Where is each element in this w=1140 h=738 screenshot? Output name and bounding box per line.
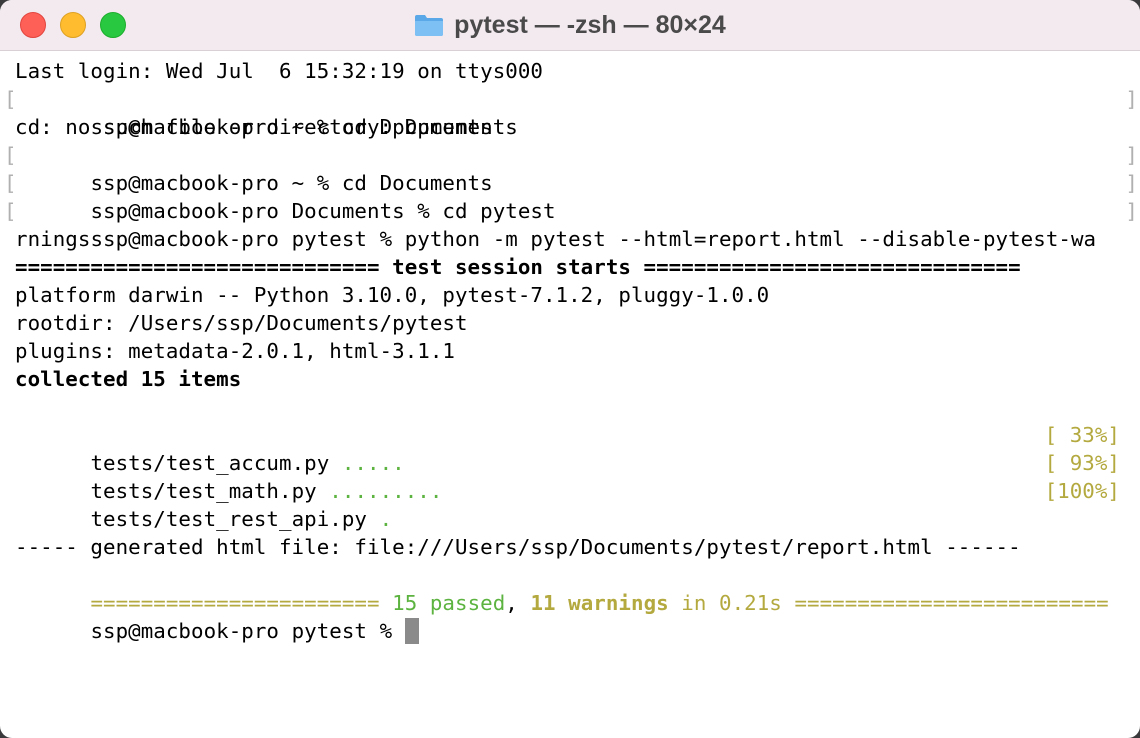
command-line: [ssp@macbook-pro Documents % cd pytest] <box>0 169 1140 223</box>
terminal-window: pytest — -zsh — 80×24 Last login: Wed Ju… <box>0 0 1140 738</box>
line-marker-open: [ <box>4 199 17 223</box>
folder-icon <box>415 15 444 36</box>
session-header: ============================= test sessi… <box>15 255 1021 279</box>
command-line: [ssp@macbook-pro pytest % python -m pyte… <box>0 197 1140 251</box>
shell-prompt: ssp@macbook-pro pytest % <box>90 619 405 643</box>
line-marker-open: [ <box>4 143 17 167</box>
summary-line: ======================= 15 passed, 11 wa… <box>0 561 1140 615</box>
line-marker-open: [ <box>4 87 17 111</box>
line-marker-close: ] <box>1125 143 1138 167</box>
prompt-line[interactable]: ssp@macbook-pro pytest % <box>0 589 1140 644</box>
collected-line: collected 15 items <box>15 367 242 391</box>
test-percent: [ 93%] <box>1044 451 1120 475</box>
last-login-line: Last login: Wed Jul 6 15:32:19 on ttys00… <box>15 59 543 83</box>
html-report-line: ----- generated html file: file:///Users… <box>15 535 1021 559</box>
title-bar[interactable]: pytest — -zsh — 80×24 <box>0 0 1140 51</box>
test-result-row: tests/test_rest_api.py . [100%] <box>0 477 1140 531</box>
test-result-row: tests/test_accum.py .....[ 33%] <box>0 421 1140 475</box>
test-percent: [100%] <box>1044 479 1120 503</box>
command-line: [ssp@macbook-pro ~ % cd Documents] <box>0 141 1140 195</box>
terminal-output[interactable]: Last login: Wed Jul 6 15:32:19 on ttys00… <box>0 57 1140 738</box>
command-line: [ssp@macbook-pro ~ % cd Dpcuments] <box>0 85 1140 139</box>
text-cursor <box>404 618 419 644</box>
plugins-line: plugins: metadata-2.0.1, html-3.1.1 <box>15 339 455 363</box>
line-marker-close: ] <box>1125 171 1138 195</box>
rootdir-line: rootdir: /Users/ssp/Documents/pytest <box>15 311 468 335</box>
window-title: pytest — -zsh — 80×24 <box>454 10 726 39</box>
error-line: cd: no such file or directory: Dpcuments <box>15 115 518 139</box>
line-marker-close: ] <box>1125 199 1138 223</box>
line-marker-close: ] <box>1125 87 1138 111</box>
test-percent: [ 33%] <box>1044 423 1120 447</box>
window-title-group: pytest — -zsh — 80×24 <box>0 0 1140 50</box>
platform-line: platform darwin -- Python 3.10.0, pytest… <box>15 283 770 307</box>
command-wrap-line: rnings <box>15 227 91 251</box>
line-marker-open: [ <box>4 171 17 195</box>
test-result-row: tests/test_math.py .........[ 93%] <box>0 449 1140 503</box>
